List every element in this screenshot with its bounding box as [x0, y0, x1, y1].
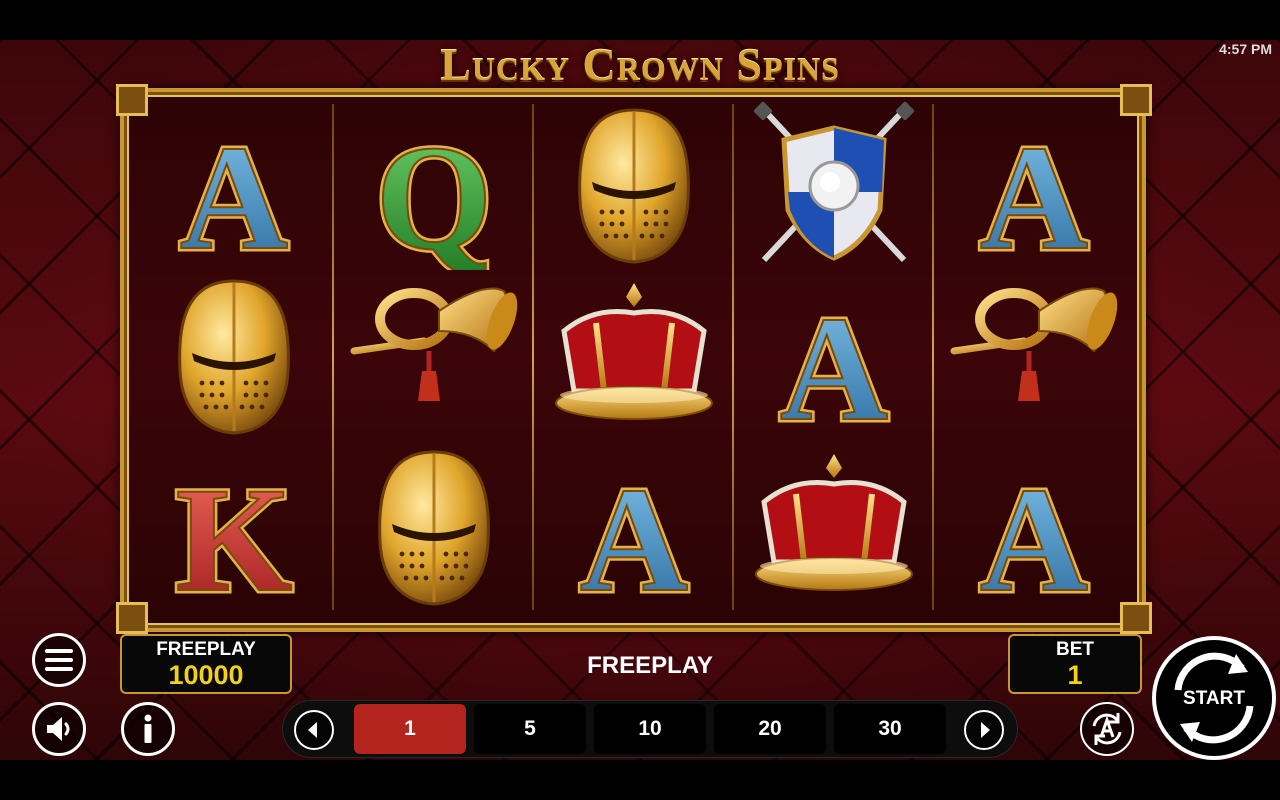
game-title: Lucky Crown Spins — [440, 39, 840, 90]
reel-4: A A — [734, 100, 934, 614]
reel-1: A A K K — [134, 100, 334, 614]
horn-symbol — [334, 271, 534, 441]
balance-value: 10000 — [168, 660, 244, 690]
bet-option-5[interactable]: 5 — [474, 704, 586, 754]
helmet-symbol — [334, 442, 534, 612]
ace-symbol: A A — [934, 100, 1134, 271]
horn-symbol — [934, 271, 1134, 441]
start-button[interactable]: START — [1152, 636, 1276, 760]
info-icon — [144, 714, 152, 743]
game-background: 4:57 PM Lucky Crown Spins A A K K Q Q A … — [0, 0, 1280, 800]
ace-symbol: A A — [534, 442, 734, 613]
bet-option-10[interactable]: 10 — [594, 704, 706, 754]
crown-symbol — [534, 271, 734, 441]
svg-text:Q: Q — [376, 115, 493, 270]
reel-divider — [732, 104, 734, 610]
queen-symbol: Q Q — [334, 100, 534, 271]
svg-text:A: A — [580, 457, 688, 612]
bet-option-1[interactable]: 1 — [354, 704, 466, 754]
menu-icon — [45, 649, 73, 671]
helmet-symbol — [534, 100, 734, 270]
balance-label: FREEPLAY — [156, 639, 256, 660]
bet-label: BET — [1056, 639, 1094, 660]
shield-symbol — [734, 100, 934, 270]
svg-text:A: A — [980, 457, 1088, 612]
bet-next-button[interactable] — [964, 710, 1004, 750]
status-time: 4:57 PM — [1219, 41, 1272, 57]
next-arrow-icon — [981, 722, 990, 738]
crown-symbol — [734, 442, 934, 612]
svg-text:K: K — [176, 457, 293, 612]
reel-divider — [332, 104, 334, 610]
balance-panel: FREEPLAY 10000 — [120, 634, 292, 694]
bet-prev-button[interactable] — [294, 710, 334, 750]
reel-5: A A A A — [934, 100, 1134, 614]
bet-option-30[interactable]: 30 — [834, 704, 946, 754]
svg-text:A: A — [780, 286, 888, 441]
autoplay-icon — [1092, 713, 1122, 745]
bet-value: 1 — [1067, 660, 1083, 690]
bottom-bar — [0, 760, 1280, 800]
king-symbol: K K — [134, 442, 334, 613]
ace-symbol: A A — [134, 100, 334, 271]
ace-symbol: A A — [734, 271, 934, 442]
status-bar — [0, 0, 1280, 40]
reel-divider — [932, 104, 934, 610]
reel-divider — [532, 104, 534, 610]
sound-icon — [47, 717, 70, 741]
svg-text:A: A — [980, 115, 1088, 270]
ace-symbol: A A — [934, 442, 1134, 613]
start-label: START — [1183, 688, 1245, 709]
reel-2: Q Q — [334, 100, 534, 614]
sound-button[interactable] — [32, 702, 86, 756]
prev-arrow-icon — [308, 722, 317, 738]
svg-text:A: A — [180, 115, 288, 270]
mode-label: FREEPLAY — [587, 652, 713, 679]
info-button[interactable] — [121, 702, 175, 756]
bet-option-20[interactable]: 20 — [714, 704, 826, 754]
bet-panel: BET 1 — [1008, 634, 1142, 694]
reel-3: A A — [534, 100, 734, 614]
helmet-symbol — [134, 271, 334, 441]
menu-button[interactable] — [32, 633, 86, 687]
autoplay-button[interactable] — [1080, 702, 1134, 756]
